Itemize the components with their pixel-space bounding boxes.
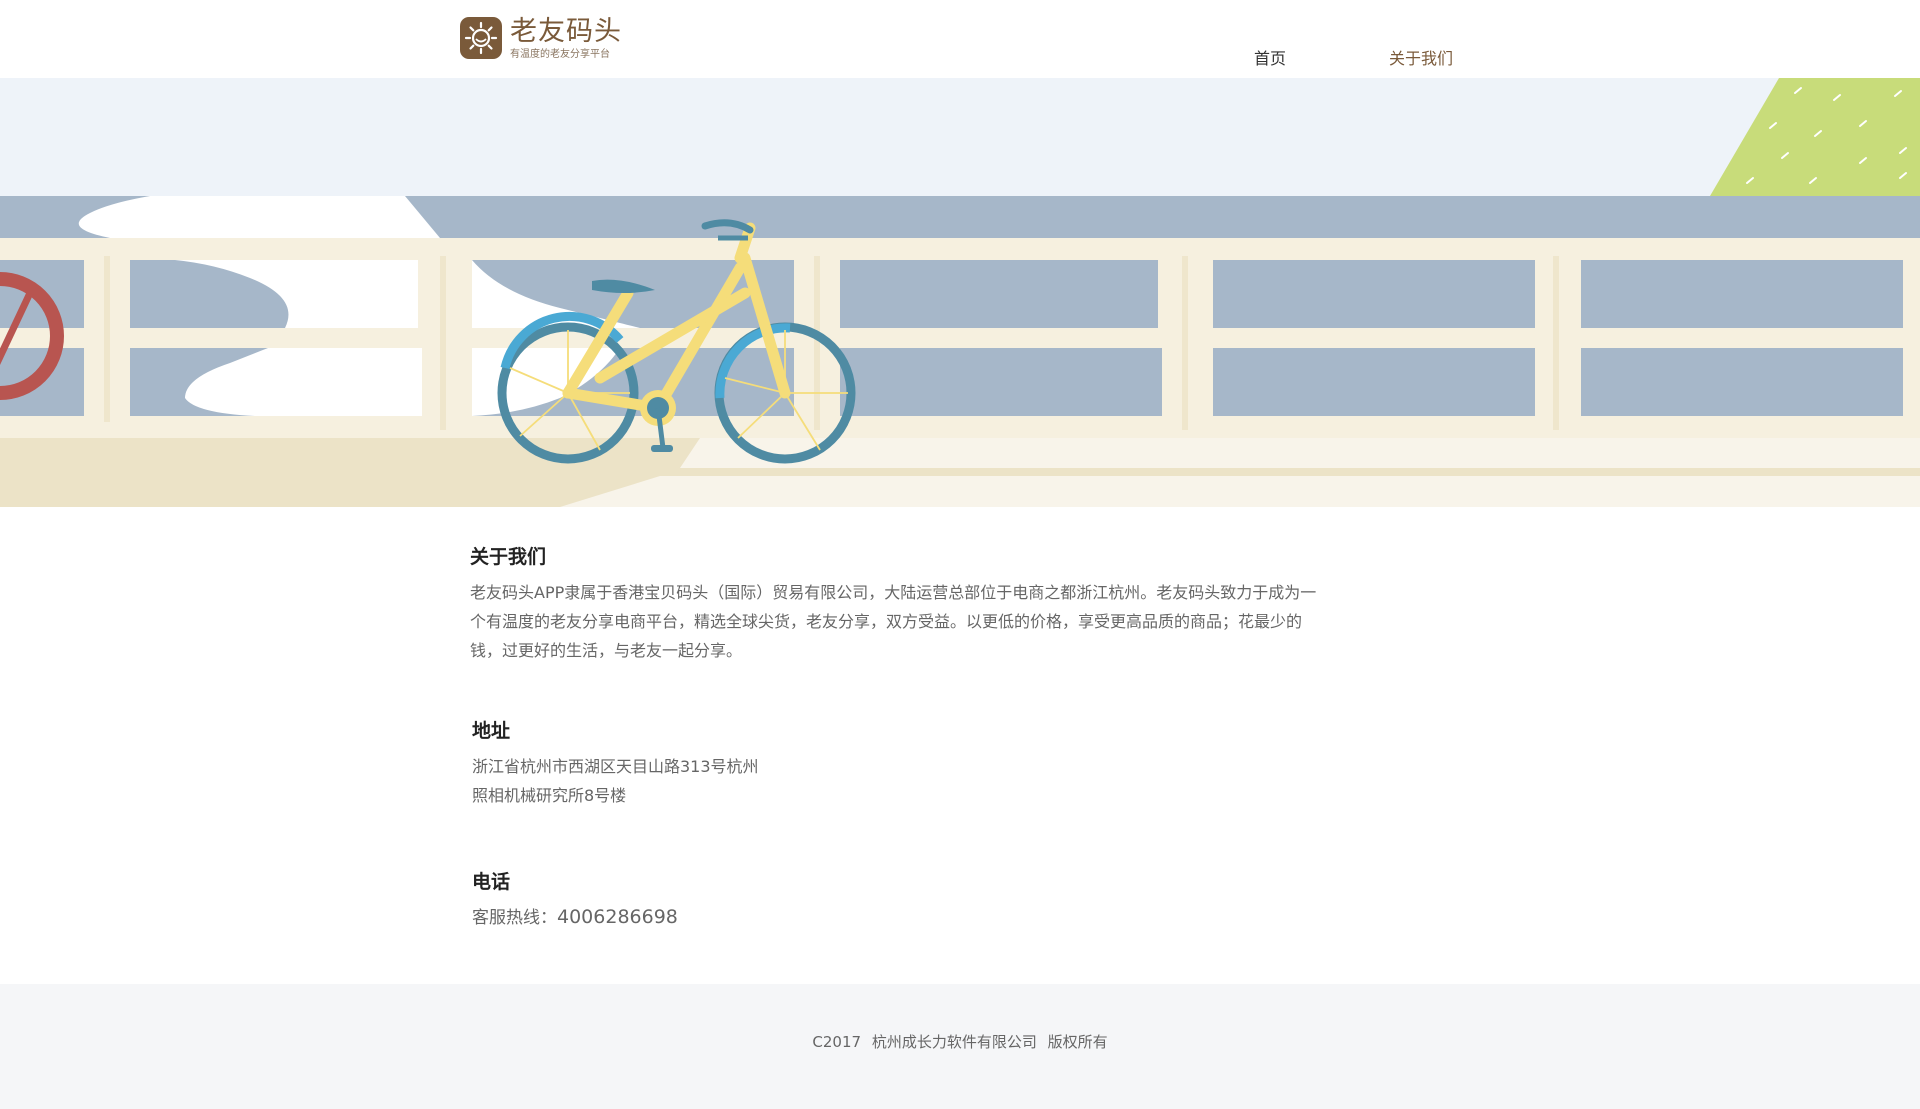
address-title: 地址 <box>472 720 511 742</box>
hero-banner <box>0 78 1920 507</box>
site-footer: C2017 杭州成长力软件有限公司 版权所有 <box>0 984 1920 1109</box>
site-header: 老友码头 有温度的老友分享平台 首页 关于我们 <box>0 0 1920 78</box>
address-section: 地址 浙江省杭州市西湖区天目山路313号杭州 照相机械研究所8号楼 <box>472 719 1332 810</box>
phone-number[interactable]: 4006286698 <box>557 906 678 928</box>
copyright-text: C2017 杭州成长力软件有限公司 版权所有 <box>812 1033 1108 1051</box>
address-text: 浙江省杭州市西湖区天目山路313号杭州 照相机械研究所8号楼 <box>472 752 1332 810</box>
about-title: 关于我们 <box>470 546 547 568</box>
logo-name: 老友码头 <box>510 16 622 47</box>
address-line-2: 照相机械研究所8号楼 <box>472 786 627 805</box>
phone-label: 客服热线： <box>472 908 557 928</box>
phone-text: 客服热线：4006286698 <box>472 903 1332 933</box>
nav-home[interactable]: 首页 <box>1254 49 1286 69</box>
logo-slogan: 有温度的老友分享平台 <box>510 49 610 60</box>
hero-illustration <box>0 78 1920 507</box>
nav-about-us[interactable]: 关于我们 <box>1389 49 1453 69</box>
phone-section: 电话 客服热线：4006286698 <box>472 870 1332 933</box>
site-logo[interactable]: 老友码头 有温度的老友分享平台 <box>460 17 622 62</box>
about-section: 关于我们 老友码头APP隶属于香港宝贝码头（国际）贸易有限公司，大陆运营总部位于… <box>470 545 1330 665</box>
logo-sun-icon <box>460 17 502 59</box>
address-line-1: 浙江省杭州市西湖区天目山路313号杭州 <box>472 757 759 776</box>
about-text: 老友码头APP隶属于香港宝贝码头（国际）贸易有限公司，大陆运营总部位于电商之都浙… <box>470 583 1317 660</box>
phone-title: 电话 <box>472 871 511 893</box>
